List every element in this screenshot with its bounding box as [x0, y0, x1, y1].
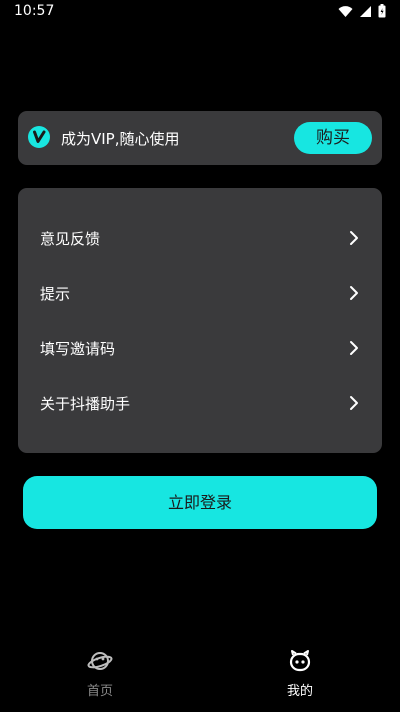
signal-icon	[360, 5, 371, 17]
chevron-right-icon	[350, 396, 358, 410]
menu-item-label: 意见反馈	[40, 230, 101, 248]
planet-icon	[87, 652, 113, 670]
profile-face-icon	[289, 650, 311, 672]
bottom-nav: 首页 我的	[0, 638, 400, 712]
chevron-right-icon	[350, 286, 358, 300]
status-icons	[338, 4, 386, 18]
status-time: 10:57	[14, 3, 55, 19]
profile-screen: 10:57 成为VIP,随心使用 购买 意见反馈 提示 填写邀请码 关于抖播助手…	[0, 0, 400, 712]
chevron-right-icon	[350, 231, 358, 245]
nav-item-label: 我的	[286, 684, 313, 699]
menu-item-tips[interactable]: 提示	[18, 269, 382, 317]
nav-item-label: 首页	[86, 684, 113, 699]
settings-menu: 意见反馈 提示 填写邀请码 关于抖播助手	[18, 188, 382, 453]
vip-banner[interactable]: 成为VIP,随心使用 购买	[18, 111, 382, 165]
status-bar: 10:57	[0, 0, 400, 24]
login-button[interactable]: 立即登录	[23, 476, 377, 529]
wifi-icon	[338, 5, 353, 17]
menu-item-label: 关于抖播助手	[40, 395, 131, 413]
menu-item-about[interactable]: 关于抖播助手	[18, 379, 382, 427]
menu-item-invite-code[interactable]: 填写邀请码	[18, 324, 382, 372]
chevron-right-icon	[350, 341, 358, 355]
nav-item-mine[interactable]: 我的	[260, 648, 340, 704]
menu-item-feedback[interactable]: 意见反馈	[18, 214, 382, 262]
vip-promo-text: 成为VIP,随心使用	[61, 130, 180, 148]
buy-button[interactable]: 购买	[294, 122, 372, 154]
menu-item-label: 提示	[40, 285, 71, 303]
battery-icon	[378, 4, 386, 18]
nav-item-home[interactable]: 首页	[60, 648, 140, 704]
menu-item-label: 填写邀请码	[40, 340, 116, 358]
app-logo-icon	[28, 126, 50, 148]
